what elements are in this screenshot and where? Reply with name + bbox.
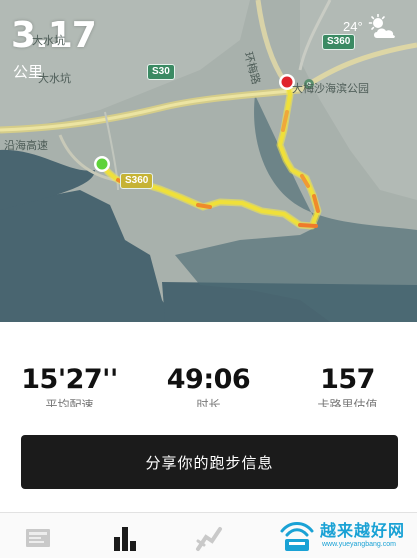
stat-value: 157 xyxy=(320,364,375,395)
map-label-village: 大水坑 xyxy=(38,73,71,85)
road-badge-s360: S360 xyxy=(322,34,356,50)
partly-cloudy-icon xyxy=(367,14,397,40)
stat-label: 平均配速 xyxy=(45,398,94,407)
weather-temperature: 24° xyxy=(343,19,363,34)
road-badge-s30: S30 xyxy=(147,64,175,80)
map-label-beach-park: 大梅沙海滨公园 xyxy=(292,83,369,95)
splits-icon xyxy=(194,527,224,557)
watermark-url: www.yueyangbang.com xyxy=(322,541,396,548)
tab-stats[interactable] xyxy=(111,523,151,555)
route-map[interactable]: 3.17 公里 24° 大水坑 大水坑 沿海高速 环梅路 大梅沙海滨公园 S30… xyxy=(0,0,417,322)
tab-summary[interactable] xyxy=(24,523,64,555)
stat-average-pace: 15'27'' 平均配速 xyxy=(0,366,139,407)
share-run-button[interactable]: 分享你的跑步信息 xyxy=(21,435,398,489)
map-label-village-top: 大水坑 xyxy=(32,35,65,47)
bar-chart-icon xyxy=(111,527,141,557)
map-label-highway: 沿海高速 xyxy=(4,140,48,152)
stat-label: 时长 xyxy=(196,398,221,407)
stat-value: 49:06 xyxy=(166,364,251,395)
watermark-title: 越来越好网 xyxy=(320,523,406,540)
run-stats-panel: 15'27'' 平均配速 49:06 时长 157 卡路里估值 xyxy=(0,322,417,430)
stat-value: 15'27'' xyxy=(21,364,118,395)
stat-calories: 157 卡路里估值 xyxy=(278,366,417,407)
stat-label: 卡路里估值 xyxy=(317,398,378,407)
tab-splits[interactable] xyxy=(194,523,234,555)
road-badge-s360-lower: S360 xyxy=(120,173,154,189)
map-summary-icon xyxy=(24,529,54,553)
site-watermark: 越来越好网 www.yueyangbang.com xyxy=(268,511,417,557)
stat-duration: 49:06 时长 xyxy=(139,366,278,407)
wifi-house-logo-icon xyxy=(276,517,318,558)
